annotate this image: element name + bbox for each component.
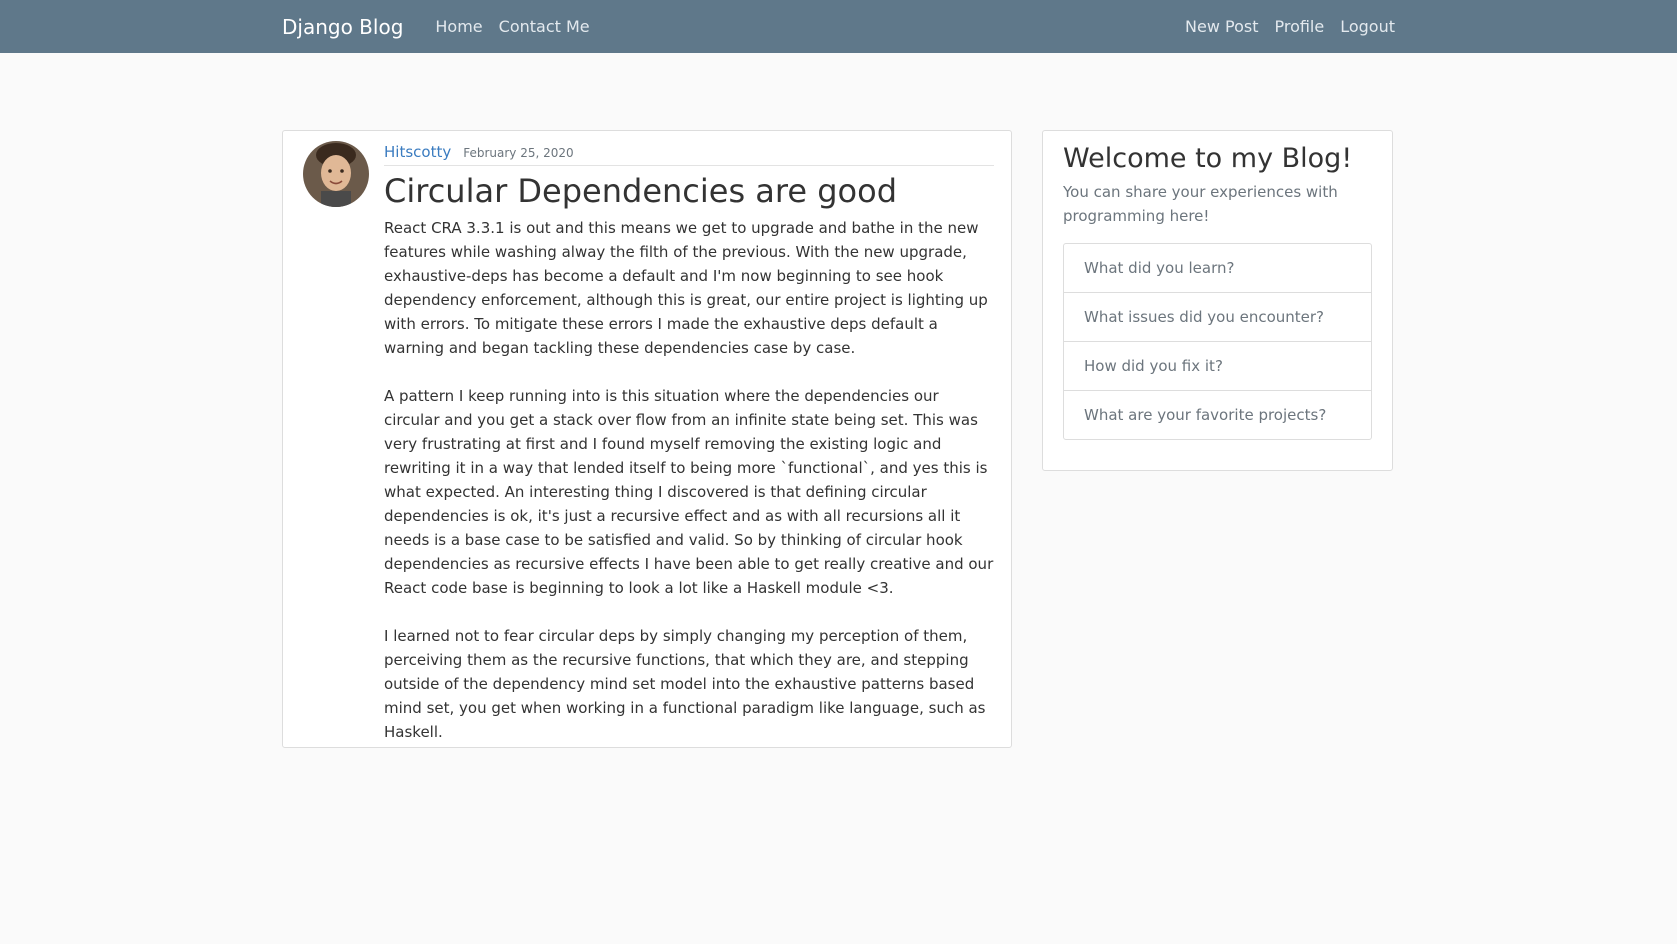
brand-link[interactable]: Django Blog	[282, 15, 403, 39]
sidebar-description: You can share your experiences with prog…	[1063, 183, 1338, 225]
post-meta: Hitscotty February 25, 2020	[384, 143, 994, 166]
post-body: Hitscotty February 25, 2020 Circular Dep…	[384, 143, 994, 768]
author-avatar[interactable]	[303, 141, 369, 207]
sidebar-item-projects[interactable]: What are your favorite projects?	[1064, 391, 1371, 439]
sidebar-item-fix[interactable]: How did you fix it?	[1064, 342, 1371, 391]
sidebar-card: Welcome to my Blog! You can share your e…	[1042, 130, 1393, 471]
post-paragraph-3: I learned not to fear circular deps by s…	[384, 627, 986, 742]
nav-new-post-link[interactable]: New Post	[1185, 17, 1258, 36]
post-date: February 25, 2020	[463, 146, 574, 160]
nav-right-group: New Post Profile Logout	[1169, 17, 1395, 36]
nav-logout-link[interactable]: Logout	[1340, 17, 1395, 36]
top-navbar: Django Blog Home Contact Me New Post Pro…	[0, 0, 1677, 53]
post-paragraph-1: React CRA 3.3.1 is out and this means we…	[384, 219, 988, 358]
post-paragraph-2: A pattern I keep running into is this si…	[384, 387, 994, 598]
post-title[interactable]: Circular Dependencies are good	[384, 172, 994, 210]
sidebar-title: Welcome to my Blog!	[1063, 143, 1353, 174]
avatar-image	[303, 141, 369, 207]
nav-profile-link[interactable]: Profile	[1274, 17, 1324, 36]
nav-contact-link[interactable]: Contact Me	[499, 17, 590, 36]
sidebar-item-issues[interactable]: What issues did you encounter?	[1064, 293, 1371, 342]
sidebar-list: What did you learn? What issues did you …	[1063, 243, 1372, 440]
author-link[interactable]: Hitscotty	[384, 143, 451, 161]
post-card: Hitscotty February 25, 2020 Circular Dep…	[282, 130, 1012, 748]
nav-home-link[interactable]: Home	[435, 17, 482, 36]
sidebar-item-learn[interactable]: What did you learn?	[1064, 244, 1371, 293]
